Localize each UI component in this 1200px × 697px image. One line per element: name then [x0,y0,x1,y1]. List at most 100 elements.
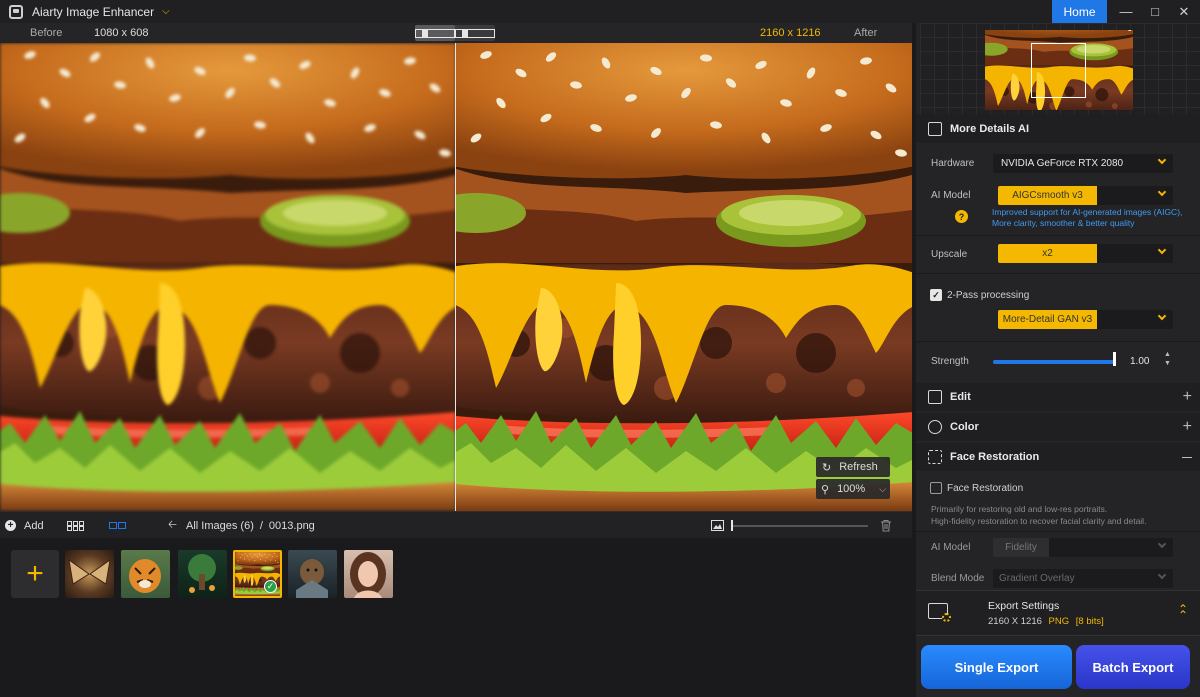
export-bits: [8 bits] [1075,616,1104,627]
expand-plus-icon[interactable]: + [1183,388,1192,406]
single-export-button[interactable]: Single Export [921,645,1072,689]
add-label: Add [24,519,44,532]
more-details-section-header[interactable]: More Details AI [916,115,1200,143]
divider [916,235,1200,236]
batch-export-button[interactable]: Batch Export [1076,645,1190,689]
tiger-thumbnail-art [129,559,161,593]
strength-slider[interactable] [993,360,1115,364]
chevron-down-icon [1157,155,1167,165]
two-pass-model-dropdown[interactable]: More-Detail GAN v3 [998,310,1173,329]
close-icon[interactable]: ✕ [1169,0,1199,23]
hardware-label: Hardware [931,158,975,169]
edit-icon [928,390,942,404]
export-settings-detail: 2160 X 1216 PNG [8 bits] [988,616,1104,627]
blend-mode-value: Gradient Overlay [999,573,1075,584]
side-by-side-button[interactable] [455,25,495,41]
zoom-dropdown[interactable]: ⚲ 100% ⌵ [816,479,890,499]
face-model-label: AI Model [931,542,971,553]
zoom-label: 100% [837,483,866,495]
decrement-icon[interactable]: ▼ [1164,360,1171,367]
grid-view-icon[interactable] [67,512,85,539]
export-format: PNG [1048,616,1070,627]
palette-icon [928,420,942,434]
check-icon: ✓ [264,580,277,593]
thumbnail-tiger[interactable] [121,550,170,598]
chevron-down-icon[interactable]: ⌵ [162,6,170,17]
face-restoration-checkbox-label: Face Restoration [947,483,1024,494]
compare-divider[interactable] [455,43,456,511]
blend-mode-dropdown[interactable]: Gradient Overlay [993,569,1173,588]
thumbnail-size-slider[interactable] [731,525,868,527]
color-title: Color [950,421,979,433]
before-image [0,43,455,511]
app-logo-icon [9,4,23,19]
magnifier-icon: ⚲ [821,483,830,496]
after-resolution: 2160 x 1216 [760,27,821,39]
breadcrumb: All Images (6) / 0013.png [186,512,315,539]
navigator-preview[interactable] [920,23,1200,115]
view-mode-toggle[interactable] [415,25,495,41]
gear-icon [942,613,951,622]
thumbnail-burger[interactable]: ✓ [233,550,282,598]
hardware-dropdown[interactable]: NVIDIA GeForce RTX 2080 [993,154,1173,173]
chevron-down-icon [1157,311,1167,321]
chevron-down-icon [1157,245,1167,255]
enhance-icon [928,122,942,136]
thumbnail-dog-armor[interactable] [288,550,337,598]
chevron-down-icon: ⌵ [879,483,887,494]
compare-bar: Before 1080 x 608 2160 x 1216 After [0,23,912,43]
home-button[interactable]: Home [1052,0,1107,23]
maximize-icon[interactable]: □ [1140,0,1170,23]
two-pass-checkbox[interactable]: ✓ [930,289,942,301]
export-settings-title: Export Settings [988,600,1060,612]
edit-title: Edit [950,391,971,403]
portrait-thumbnail-art [350,552,386,598]
image-size-icon [711,512,724,539]
face-restoration-checkbox[interactable] [930,482,942,494]
divider [916,531,1200,532]
strength-input[interactable]: 1.00 [1122,353,1170,369]
expand-plus-icon[interactable]: + [1183,418,1192,436]
chevron-up-icon[interactable]: ⌃ ⌃ [1178,603,1188,621]
strength-slider-thumb[interactable] [1113,352,1116,366]
thumbnail-portrait[interactable] [344,550,393,598]
butterfly-thumbnail-art [68,558,111,585]
minimize-icon[interactable]: — [1111,0,1141,23]
ai-model-dropdown[interactable]: AIGCsmooth v3 [998,186,1173,205]
chevron-down-icon [1157,570,1167,580]
dog-thumbnail-art [296,559,328,598]
upscale-dropdown[interactable]: x2 [998,244,1173,263]
settings-panel: More Details AI Hardware NVIDIA GeForce … [912,23,1200,697]
breadcrumb-separator: / [259,519,263,532]
export-settings[interactable]: Export Settings 2160 X 1216 PNG [8 bits]… [916,590,1200,636]
upscale-value: x2 [998,244,1097,263]
face-model-dropdown[interactable]: Fidelity [993,538,1173,557]
face-restoration-section-header[interactable]: Face Restoration [916,443,1200,471]
face-restoration-title: Face Restoration [950,451,1040,463]
ai-model-value: AIGCsmooth v3 [998,186,1097,205]
trash-icon[interactable] [880,512,892,539]
thumbnail-butterfly[interactable] [65,550,114,598]
filmstrip-view-icon[interactable] [109,512,127,539]
add-button[interactable]: + Add [5,512,44,539]
image-viewer[interactable]: ↻ Refresh ⚲ 100% ⌵ [0,43,912,511]
thumbnail-forest-tree[interactable] [178,550,227,598]
bottom-toolbar: + Add 🡠 All Images (6) / 0013.png [0,511,912,538]
divider [916,341,1200,342]
color-section-header[interactable]: Color + [916,413,1200,441]
add-image-tile[interactable]: + [11,550,59,598]
app-title: Aiarty Image Enhancer [32,4,155,19]
edit-section-header[interactable]: Edit + [916,383,1200,411]
breadcrumb-all-images[interactable]: All Images (6) [186,520,254,532]
split-view-button[interactable] [415,25,455,41]
chevron-down-icon [1157,187,1167,197]
breadcrumb-file: 0013.png [268,519,315,532]
help-icon[interactable]: ? [955,210,968,223]
collapse-minus-icon[interactable] [1182,457,1192,458]
increment-icon[interactable]: ▲ [1164,351,1171,358]
refresh-button[interactable]: ↻ Refresh [816,457,890,477]
back-arrow-icon[interactable]: 🡠 [168,512,177,539]
navigator-viewport-frame[interactable] [1031,43,1086,98]
plus-icon: + [5,520,16,531]
thumbnail-size-slider-thumb[interactable] [731,520,733,531]
